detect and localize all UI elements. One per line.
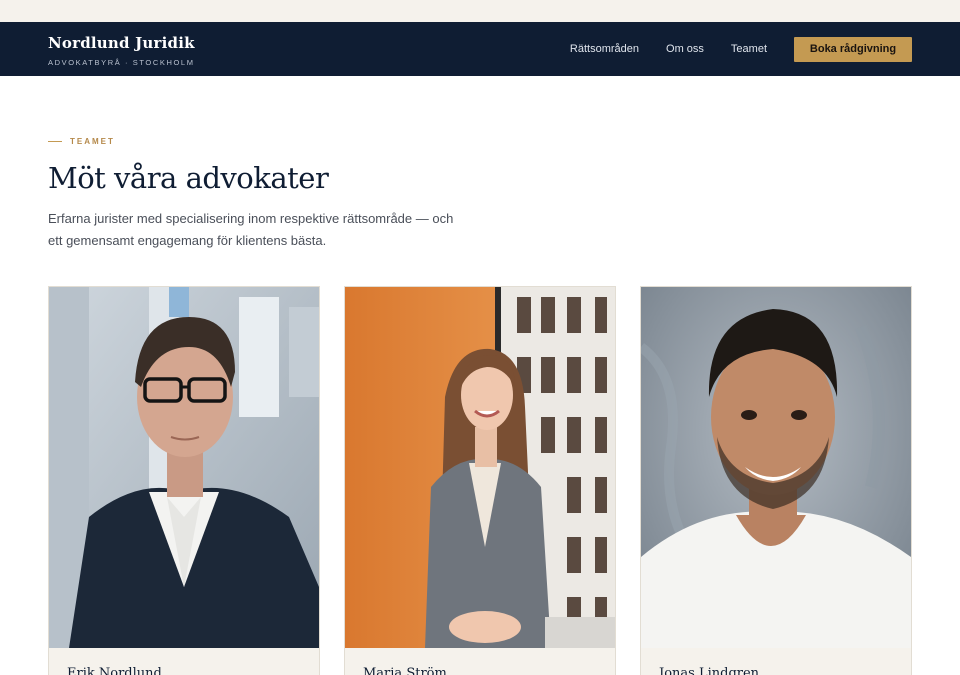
portrait-photo-maria — [345, 287, 615, 648]
portrait-photo-jonas — [641, 287, 911, 648]
section-eyebrow: TEAMET — [48, 137, 115, 146]
navbar: Nordlund Juridik ADVOKATBYRÅ · STOCKHOLM… — [0, 22, 960, 76]
brand-tagline: ADVOKATBYRÅ · STOCKHOLM — [48, 58, 195, 67]
eyebrow-label: TEAMET — [70, 137, 115, 146]
main-nav: Rättsområden Om oss Teamet Boka rådgivni… — [570, 22, 912, 76]
team-member-name: Erik Nordlund — [67, 666, 162, 675]
team-card-erik[interactable]: Erik Nordlund — [48, 286, 320, 675]
nav-link-om-oss[interactable]: Om oss — [666, 43, 704, 55]
team-card-maria[interactable]: Maria Ström — [344, 286, 616, 675]
nav-link-rattsomraden[interactable]: Rättsområden — [570, 43, 639, 55]
nav-link-teamet[interactable]: Teamet — [731, 43, 767, 55]
team-member-name: Jonas Lindgren — [659, 666, 760, 675]
eyebrow-divider — [48, 141, 62, 142]
team-member-name: Maria Ström — [363, 666, 447, 675]
team-card-jonas[interactable]: Jonas Lindgren — [640, 286, 912, 675]
page-title: Möt våra advokater — [48, 161, 329, 195]
portrait-photo-erik — [49, 287, 319, 648]
section-intro: Erfarna jurister med specialisering inom… — [48, 211, 454, 248]
brand-logo[interactable]: Nordlund Juridik ADVOKATBYRÅ · STOCKHOLM — [48, 34, 195, 67]
top-strip — [0, 0, 960, 22]
brand-name: Nordlund Juridik — [48, 34, 195, 52]
book-consultation-button[interactable]: Boka rådgivning — [794, 36, 912, 62]
